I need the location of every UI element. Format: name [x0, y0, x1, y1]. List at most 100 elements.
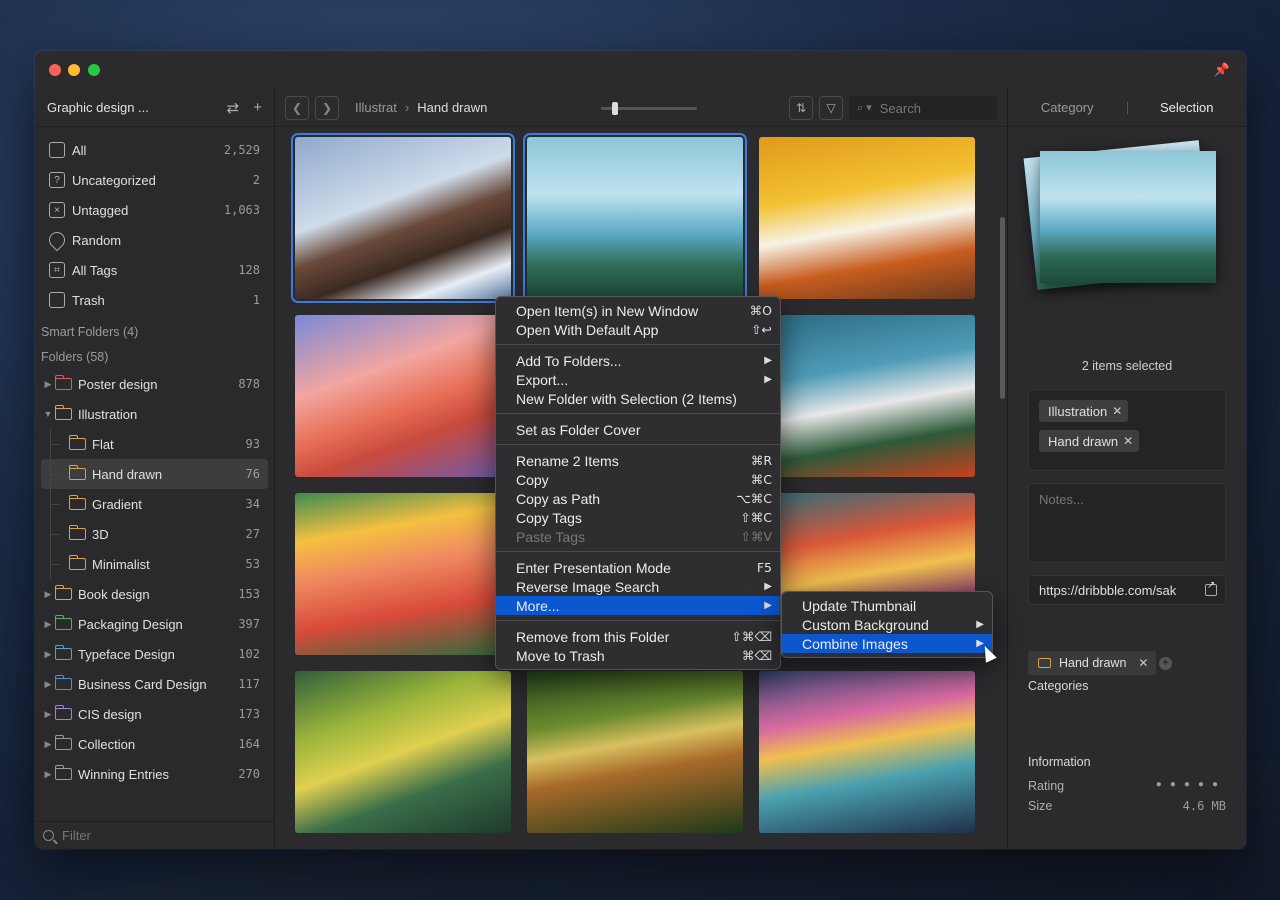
menu-item-open-item-s-in-new-window[interactable]: Open Item(s) in New Window ⌘O	[496, 301, 780, 320]
add-icon[interactable]: +	[253, 99, 262, 116]
folder-item-3d[interactable]: 3D 27	[41, 519, 268, 549]
chevron-right-icon[interactable]: ▶	[41, 649, 55, 660]
menu-item-reverse-image-search[interactable]: Reverse Image Search ▶	[496, 577, 780, 596]
sidebar-item-random[interactable]: Random	[41, 225, 268, 255]
tab-selection[interactable]: Selection	[1128, 100, 1247, 115]
menu-item-enter-presentation-mode[interactable]: Enter Presentation Mode F5	[496, 558, 780, 577]
menu-item-label: Reverse Image Search	[516, 578, 660, 595]
add-category-button[interactable]: +	[1159, 657, 1172, 670]
folder-item-cis-design[interactable]: ▶ CIS design 173	[41, 699, 268, 729]
source-url-field[interactable]: https://dribbble.com/sak	[1028, 575, 1226, 605]
menu-item-copy-as-path[interactable]: Copy as Path ⌥⌘C	[496, 489, 780, 508]
menu-item-copy-tags[interactable]: Copy Tags ⇧⌘C	[496, 508, 780, 527]
category-chip[interactable]: Hand drawn ✕	[1028, 651, 1157, 675]
menu-item-set-as-folder-cover[interactable]: Set as Folder Cover	[496, 420, 780, 439]
chevron-right-icon[interactable]: ▶	[41, 619, 55, 630]
folder-item-gradient[interactable]: Gradient 34	[41, 489, 268, 519]
remove-tag-icon[interactable]: ✕	[1123, 434, 1133, 448]
zoom-window-button[interactable]	[88, 64, 100, 76]
sort-icon[interactable]: ⇅	[789, 96, 813, 120]
breadcrumb-parent[interactable]: Illustrat	[355, 100, 397, 115]
folder-item-typeface-design[interactable]: ▶ Typeface Design 102	[41, 639, 268, 669]
sidebar-item-untagged[interactable]: × Untagged 1,063	[41, 195, 268, 225]
filter-icon[interactable]: ▽	[819, 96, 843, 120]
tag-chip[interactable]: Illustration ✕	[1039, 400, 1129, 422]
menu-item-label: Move to Trash	[516, 647, 605, 664]
library-nav: All 2,529? Uncategorized 2 × Untagged 1,063 Ran…	[35, 127, 274, 315]
thumbnail-autumn-house[interactable]	[759, 137, 975, 299]
open-link-icon[interactable]	[1205, 580, 1217, 596]
chevron-right-icon[interactable]: ▶	[41, 709, 55, 720]
thumbnail-deer-forest[interactable]	[527, 671, 743, 833]
tab-category[interactable]: Category	[1008, 100, 1127, 115]
folder-item-poster-design[interactable]: ▶ Poster design 878	[41, 369, 268, 399]
search-box[interactable]: ⌕ ▾	[849, 96, 997, 120]
folder-item-packaging-design[interactable]: ▶ Packaging Design 397	[41, 609, 268, 639]
folder-item-hand-drawn[interactable]: Hand drawn 76	[41, 459, 268, 489]
menu-item-export[interactable]: Export... ▶	[496, 370, 780, 389]
back-button[interactable]: ❮	[285, 95, 309, 120]
tags-box[interactable]: Illustration ✕ Hand drawn ✕	[1028, 389, 1226, 471]
folder-item-minimalist[interactable]: Minimalist 53	[41, 549, 268, 579]
menu-item-move-to-trash[interactable]: Move to Trash ⌘⌫	[496, 646, 780, 665]
grid-scrollbar[interactable]	[1000, 217, 1005, 399]
chevron-right-icon[interactable]: ▶	[41, 379, 55, 390]
menu-item-update-thumbnail[interactable]: Update Thumbnail	[782, 596, 992, 615]
folder-item-winning-entries[interactable]: ▶ Winning Entries 270	[41, 759, 268, 789]
folder-count: 173	[238, 707, 260, 721]
menu-item-copy[interactable]: Copy ⌘C	[496, 470, 780, 489]
remove-tag-icon[interactable]: ✕	[1112, 404, 1122, 418]
submenu-arrow-icon: ▶	[976, 619, 984, 630]
thumbnail-snow-cabin[interactable]	[295, 137, 511, 299]
source-url[interactable]: https://dribbble.com/sak	[1039, 583, 1205, 598]
menu-item-rename-2-items[interactable]: Rename 2 Items ⌘R	[496, 451, 780, 470]
sidebar-item-trash[interactable]: Trash 1	[41, 285, 268, 315]
chevron-right-icon[interactable]: ▶	[41, 589, 55, 600]
thumbnail-flower-girl[interactable]	[295, 493, 511, 655]
menu-item-more[interactable]: More... ▶	[496, 596, 780, 615]
menu-item-custom-background[interactable]: Custom Background ▶	[782, 615, 992, 634]
menu-item-combine-images[interactable]: Combine Images ▶	[782, 634, 992, 653]
smart-folders-label[interactable]: Smart Folders (4)	[35, 319, 274, 344]
folder-filter[interactable]: Filter	[35, 821, 274, 849]
search-input[interactable]	[879, 100, 980, 116]
folder-item-flat[interactable]: Flat 93	[41, 429, 268, 459]
chevron-right-icon[interactable]: ▶	[41, 679, 55, 690]
thumbnail-forest-travel[interactable]	[759, 315, 975, 477]
folder-item-collection[interactable]: ▶ Collection 164	[41, 729, 268, 759]
pin-icon[interactable]: 📌	[1214, 62, 1230, 78]
sidebar-item-uncategorized[interactable]: ? Uncategorized 2	[41, 165, 268, 195]
notes-box[interactable]	[1028, 483, 1226, 563]
menu-item-add-to-folders[interactable]: Add To Folders... ▶	[496, 351, 780, 370]
thumbnail-size-slider[interactable]	[601, 102, 697, 115]
chevron-right-icon[interactable]: ▶	[41, 739, 55, 750]
chevron-right-icon[interactable]: ▶	[41, 769, 55, 780]
slider-knob[interactable]	[612, 102, 618, 115]
sync-icon[interactable]: ⇄	[227, 99, 240, 117]
chevron-down-icon[interactable]: ▼	[41, 409, 55, 419]
sidebar-item-all-tags[interactable]: ⌗ All Tags 128	[41, 255, 268, 285]
menu-item-remove-from-this-folder[interactable]: Remove from this Folder ⇧⌘⌫	[496, 627, 780, 646]
rating-stars[interactable]: ●●●●●	[1156, 779, 1226, 793]
menu-item-open-with-default-app[interactable]: Open With Default App ⇧↩	[496, 320, 780, 339]
menu-item-new-folder-with-selection-2-items[interactable]: New Folder with Selection (2 Items)	[496, 389, 780, 408]
library-switcher[interactable]: Graphic design ...	[47, 100, 213, 115]
remove-category-icon[interactable]: ✕	[1138, 656, 1148, 670]
untagged-icon: ×	[49, 202, 65, 218]
minimize-window-button[interactable]	[68, 64, 80, 76]
notes-input[interactable]	[1039, 492, 1215, 554]
tag-chip[interactable]: Hand drawn ✕	[1039, 430, 1140, 452]
folder-item-book-design[interactable]: ▶ Book design 153	[41, 579, 268, 609]
close-window-button[interactable]	[49, 64, 61, 76]
thumbnail-jungle-cat[interactable]	[295, 671, 511, 833]
folder-icon	[54, 405, 72, 420]
breadcrumb-current[interactable]: Hand drawn	[417, 100, 487, 115]
folders-label[interactable]: Folders (58)	[35, 344, 274, 369]
folder-item-business-card-design[interactable]: ▶ Business Card Design 117	[41, 669, 268, 699]
sidebar-item-all[interactable]: All 2,529	[41, 135, 268, 165]
forward-button[interactable]: ❯	[315, 95, 339, 120]
folder-item-illustration[interactable]: ▼ Illustration	[41, 399, 268, 429]
thumbnail-garden-girl[interactable]	[759, 671, 975, 833]
thumbnail-waterfall-bears[interactable]	[527, 137, 743, 299]
thumbnail-van[interactable]	[295, 315, 511, 477]
